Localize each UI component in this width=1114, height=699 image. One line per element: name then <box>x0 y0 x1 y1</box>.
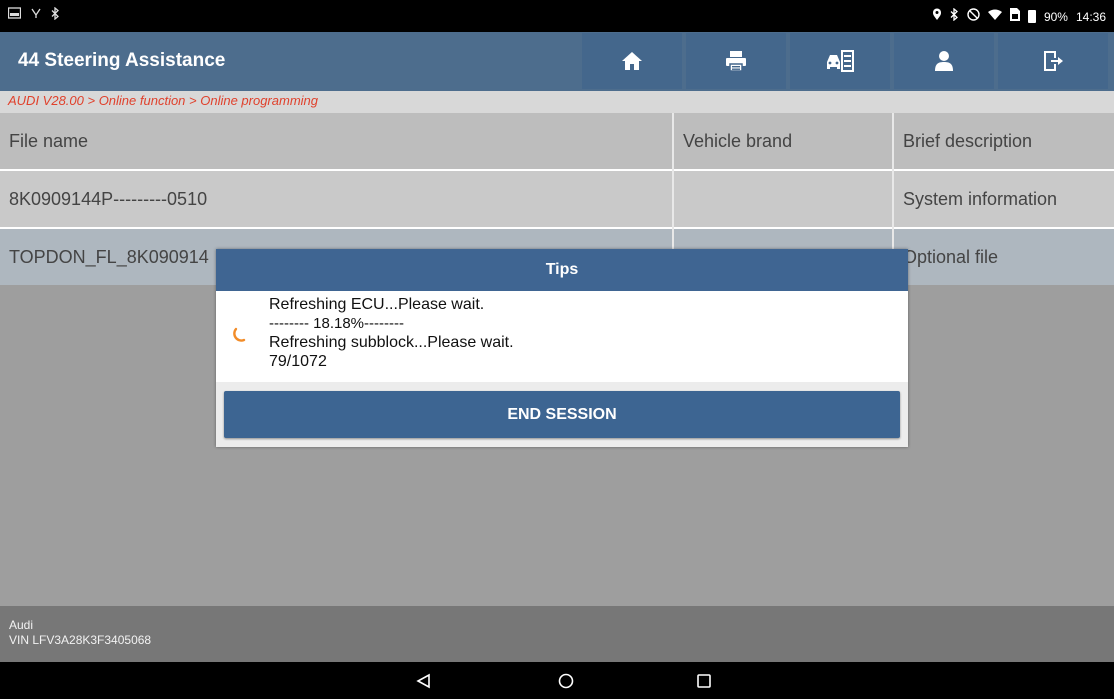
dialog-title: Tips <box>216 249 908 291</box>
app-header: 44 Steering Assistance <box>0 32 1114 91</box>
home-nav-button[interactable] <box>555 670 577 692</box>
battery-icon <box>1027 10 1036 23</box>
end-session-button[interactable]: END SESSION <box>224 391 900 438</box>
exit-icon <box>1044 51 1063 71</box>
status-right-icons: 90% 14:36 <box>932 7 1106 25</box>
tips-dialog: Tips Refreshing ECU...Please wait. -----… <box>216 249 908 447</box>
progress-percent-line: -------- 18.18%-------- <box>269 315 404 332</box>
usb-icon <box>30 7 42 23</box>
android-nav-bar <box>0 662 1114 699</box>
bluetooth-icon <box>51 6 60 23</box>
print-button[interactable] <box>686 33 786 89</box>
status-line-refresh-subblock: Refreshing subblock...Please wait. <box>269 334 514 351</box>
page-title: 44 Steering Assistance <box>18 50 226 71</box>
vehicle-info-footer: Audi VIN LFV3A28K3F3405068 <box>0 606 1114 662</box>
car-report-button[interactable] <box>790 33 890 89</box>
location-icon <box>932 8 942 25</box>
square-recents-icon <box>697 674 711 688</box>
home-icon <box>622 52 642 70</box>
breadcrumb-text: AUDI V28.00 > Online function > Online p… <box>8 93 319 108</box>
user-icon <box>935 51 953 71</box>
sim-icon <box>1009 8 1020 25</box>
print-icon <box>726 51 746 72</box>
wifi-icon <box>987 9 1002 25</box>
dialog-body: Refreshing ECU...Please wait. -------- 1… <box>216 291 908 382</box>
loading-spinner-icon <box>233 327 246 342</box>
circle-home-icon <box>558 673 574 689</box>
bluetooth-icon <box>950 7 959 25</box>
back-icon <box>416 673 430 689</box>
vehicle-make: Audi <box>9 618 34 632</box>
battery-percent: 90% <box>1043 9 1068 24</box>
breadcrumb: AUDI V28.00 > Online function > Online p… <box>0 91 1114 113</box>
status-line-refresh-ecu: Refreshing ECU...Please wait. <box>269 296 485 313</box>
user-button[interactable] <box>894 33 994 89</box>
recents-button[interactable] <box>693 670 715 692</box>
clock: 14:36 <box>1075 9 1106 24</box>
exit-button[interactable] <box>998 33 1108 89</box>
subblock-counter: 79/1072 <box>269 353 327 370</box>
car-report-icon <box>827 50 854 72</box>
image-icon <box>7 7 22 23</box>
no-disturb-icon <box>967 8 980 25</box>
status-bar: 90% 14:36 <box>0 0 1114 32</box>
back-button[interactable] <box>413 670 435 692</box>
status-left-icons <box>7 6 60 23</box>
home-button[interactable] <box>582 33 682 89</box>
vehicle-vin: VIN LFV3A28K3F3405068 <box>9 633 152 647</box>
